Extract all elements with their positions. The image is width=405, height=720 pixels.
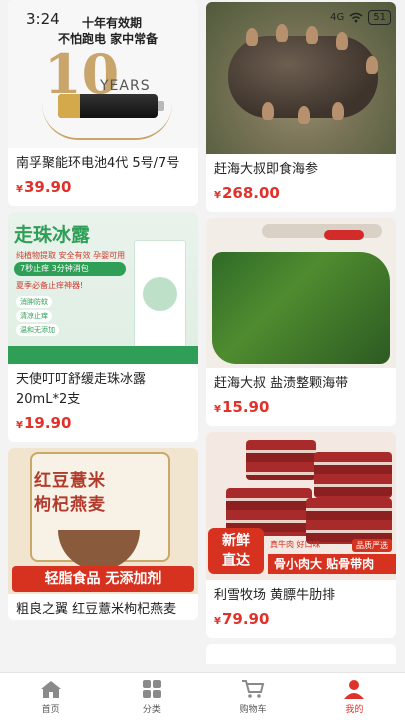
price-currency: ¥ bbox=[214, 190, 221, 201]
product-image-ice-dew[interactable]: 走珠冰露 纯植物提取 安全有效 孕婴可用 7秒止痒 3分钟消包 夏季必备止痒神器… bbox=[8, 212, 198, 364]
ice-dew-tag: 清凉止痒 bbox=[16, 310, 52, 322]
price-currency: ¥ bbox=[16, 184, 23, 195]
product-title[interactable]: 天使叮叮舒缓走珠冰露20mL*2支 bbox=[8, 364, 198, 410]
oat-label-line1: 红豆薏米 bbox=[34, 471, 106, 491]
product-image-battery[interactable]: 十年有效期 不怕跑电 家中常备 10 YEARS bbox=[8, 0, 198, 148]
sea-cucumber-spike bbox=[246, 28, 258, 46]
tab-cart[interactable]: 购物车 bbox=[203, 673, 304, 720]
beef-rib bbox=[246, 440, 316, 480]
sea-cucumber-spike bbox=[336, 32, 348, 50]
ice-dew-box bbox=[134, 240, 186, 348]
oat-label-line2: 枸杞燕麦 bbox=[34, 495, 106, 515]
beef-promo-band: 骨小肉大 贴骨带肉 bbox=[268, 554, 396, 574]
ice-dew-tag: 温和无添加 bbox=[16, 324, 59, 336]
product-price: ¥268.00 bbox=[206, 180, 396, 212]
sea-cucumber-spike bbox=[276, 24, 288, 42]
product-card-seaweed[interactable]: 赶海大叔 盐渍整颗海带 ¥15.90 bbox=[206, 218, 396, 426]
sea-cucumber-spike bbox=[306, 26, 318, 44]
ice-dew-stripe bbox=[8, 346, 198, 364]
seaweed-leaf bbox=[212, 252, 390, 364]
product-title[interactable]: 赶海大叔即食海参 bbox=[206, 154, 396, 180]
price-currency: ¥ bbox=[214, 616, 221, 627]
product-image-sea-cucumber[interactable] bbox=[206, 2, 396, 154]
price-value: 79.90 bbox=[221, 610, 270, 628]
ice-dew-note: 夏季必备止痒神器! bbox=[16, 281, 84, 290]
product-title[interactable]: 赶海大叔 盐渍整颗海带 bbox=[206, 368, 396, 394]
oat-promo-band: 轻脂食品 无添加剂 bbox=[12, 566, 194, 592]
product-card-partial[interactable] bbox=[206, 644, 396, 664]
beef-rib bbox=[306, 498, 392, 544]
product-price: ¥79.90 bbox=[206, 606, 396, 638]
sea-cucumber-spike bbox=[366, 56, 378, 74]
beef-rib bbox=[314, 452, 392, 498]
product-image-beef[interactable]: 新鲜 直达 真牛肉 好口味 品质严选 骨小肉大 贴骨带肉 bbox=[206, 432, 396, 580]
product-column-left: 十年有效期 不怕跑电 家中常备 10 YEARS 南孚聚能环电池4代 5号/7号… bbox=[8, 0, 198, 620]
tab-home[interactable]: 首页 bbox=[0, 673, 101, 720]
sea-cucumber-spike bbox=[298, 106, 310, 124]
ice-dew-headline: 走珠冰露 bbox=[14, 224, 91, 246]
beef-badge-line2: 直达 bbox=[222, 553, 250, 569]
tab-category[interactable]: 分类 bbox=[101, 673, 202, 720]
tab-label: 首页 bbox=[41, 704, 60, 715]
tab-label: 分类 bbox=[142, 704, 161, 715]
beef-note: 真牛肉 好口味 bbox=[270, 540, 321, 549]
oat-bowl bbox=[58, 530, 140, 570]
seaweed-chili bbox=[324, 230, 364, 240]
product-card-battery[interactable]: 十年有效期 不怕跑电 家中常备 10 YEARS 南孚聚能环电池4代 5号/7号… bbox=[8, 0, 198, 206]
battery-promo-years: YEARS bbox=[100, 78, 151, 94]
product-price: ¥19.90 bbox=[8, 410, 198, 442]
sea-cucumber-spike bbox=[262, 102, 274, 120]
beef-fresh-badge: 新鲜 直达 bbox=[208, 528, 264, 574]
battery-promo-line1: 十年有效期 bbox=[82, 16, 143, 30]
product-title[interactable]: 利雪牧场 黄膘牛肋排 bbox=[206, 580, 396, 606]
cart-icon bbox=[242, 679, 265, 698]
product-column-right: 赶海大叔即食海参 ¥268.00 赶海大叔 盐渍整颗海带 ¥15.90 新鲜 直… bbox=[206, 0, 396, 664]
product-card-oat[interactable]: 红豆薏米 枸杞燕麦 轻脂食品 无添加剂 粗良之翼 红豆薏米枸杞燕麦 bbox=[8, 448, 198, 620]
product-price: ¥39.90 bbox=[8, 174, 198, 206]
price-currency: ¥ bbox=[214, 404, 221, 415]
sea-cucumber-spike bbox=[332, 102, 344, 120]
home-icon bbox=[40, 680, 61, 698]
beef-badge-line1: 新鲜 bbox=[222, 533, 250, 549]
beef-quality-tag: 品质严选 bbox=[352, 539, 392, 552]
bottom-tab-bar: 首页 分类 购物车 我的 bbox=[0, 672, 405, 720]
product-card-ice-dew[interactable]: 走珠冰露 纯植物提取 安全有效 孕婴可用 7秒止痒 3分钟消包 夏季必备止痒神器… bbox=[8, 212, 198, 442]
battery-cap bbox=[58, 94, 80, 118]
product-card-beef[interactable]: 新鲜 直达 真牛肉 好口味 品质严选 骨小肉大 贴骨带肉 利雪牧场 黄膘牛肋排 … bbox=[206, 432, 396, 638]
grid-icon bbox=[142, 679, 161, 698]
product-title[interactable]: 粗良之翼 红豆薏米枸杞燕麦 bbox=[8, 594, 198, 620]
seaweed-spoon bbox=[262, 224, 382, 238]
product-image-seaweed[interactable] bbox=[206, 218, 396, 368]
tab-label: 我的 bbox=[345, 704, 364, 715]
product-card-sea-cucumber[interactable]: 赶海大叔即食海参 ¥268.00 bbox=[206, 2, 396, 212]
ice-dew-tag: 消肿防蚊 bbox=[16, 296, 52, 308]
product-grid: 十年有效期 不怕跑电 家中常备 10 YEARS 南孚聚能环电池4代 5号/7号… bbox=[0, 0, 405, 672]
battery-cell bbox=[58, 94, 164, 118]
tab-mine[interactable]: 我的 bbox=[304, 673, 405, 720]
price-value: 19.90 bbox=[23, 414, 72, 432]
price-value: 39.90 bbox=[23, 178, 72, 196]
user-icon bbox=[344, 679, 365, 699]
price-value: 15.90 bbox=[221, 398, 270, 416]
tab-label: 购物车 bbox=[239, 704, 267, 715]
product-price: ¥15.90 bbox=[206, 394, 396, 426]
ice-dew-effect-bar: 7秒止痒 3分钟消包 bbox=[14, 262, 126, 276]
product-image-oat[interactable]: 红豆薏米 枸杞燕麦 轻脂食品 无添加剂 bbox=[8, 448, 198, 594]
product-title[interactable]: 南孚聚能环电池4代 5号/7号 bbox=[8, 148, 198, 174]
price-currency: ¥ bbox=[16, 420, 23, 431]
price-value: 268.00 bbox=[221, 184, 280, 202]
ice-dew-subline: 纯植物提取 安全有效 孕婴可用 bbox=[16, 251, 126, 260]
